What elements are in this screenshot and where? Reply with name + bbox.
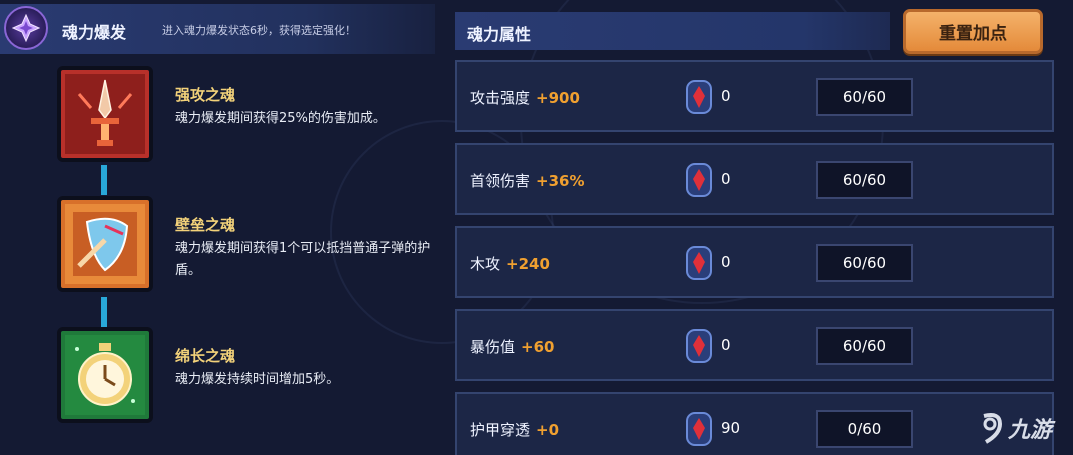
attribute-name: 暴伤值 +60 bbox=[470, 336, 554, 357]
gem-count: 0 bbox=[721, 87, 731, 105]
points-display: 60/60 bbox=[816, 78, 913, 116]
skill-2-description: 魂力爆发期间获得1个可以抵挡普通子弹的护盾。 bbox=[175, 241, 431, 278]
watermark: 九游 bbox=[978, 408, 1063, 448]
burst-title: 魂力爆发 bbox=[62, 23, 127, 42]
skill-3-stopwatch-icon[interactable] bbox=[57, 327, 153, 423]
attribute-row-boss-damage[interactable]: 首领伤害 +36% 0 60/60 bbox=[455, 143, 1054, 215]
soul-gem-icon bbox=[686, 80, 712, 114]
attribute-label: 攻击强度 bbox=[470, 89, 531, 107]
soul-gem-icon bbox=[686, 163, 712, 197]
attribute-bonus: +900 bbox=[536, 89, 580, 107]
skill-2-name: 壁垒之魂 bbox=[175, 216, 236, 234]
attribute-label: 首领伤害 bbox=[470, 172, 531, 190]
skill-connector bbox=[101, 165, 107, 195]
attribute-bonus: +240 bbox=[506, 255, 550, 273]
attribute-name: 首领伤害 +36% bbox=[470, 170, 585, 191]
skill-1-name: 强攻之魂 bbox=[175, 86, 236, 104]
attributes-title: 魂力属性 bbox=[467, 25, 532, 44]
attribute-label: 木攻 bbox=[470, 255, 501, 273]
purple-crystal-icon bbox=[4, 6, 48, 50]
skill-1-sword-icon[interactable] bbox=[57, 66, 153, 162]
soul-gem-icon bbox=[686, 329, 712, 363]
soul-gem-icon bbox=[686, 412, 712, 446]
attribute-row-wood-attack[interactable]: 木攻 +240 0 60/60 bbox=[455, 226, 1054, 298]
attribute-label: 暴伤值 bbox=[470, 338, 516, 356]
attribute-name: 护甲穿透 +0 bbox=[470, 419, 559, 440]
points-display: 0/60 bbox=[816, 410, 913, 448]
gem-count: 0 bbox=[721, 170, 731, 188]
attribute-bonus: +36% bbox=[536, 172, 585, 190]
attribute-name: 攻击强度 +900 bbox=[470, 87, 580, 108]
nine-game-logo-icon bbox=[983, 413, 1003, 444]
attribute-bonus: +0 bbox=[536, 421, 560, 439]
attribute-bonus: +60 bbox=[521, 338, 555, 356]
skill-3-description: 魂力爆发持续时间增加5秒。 bbox=[175, 372, 340, 387]
skill-1-description: 魂力爆发期间获得25%的伤害加成。 bbox=[175, 111, 386, 126]
skill-3-name: 绵长之魂 bbox=[175, 347, 236, 365]
reset-points-button[interactable]: 重置加点 bbox=[903, 9, 1043, 54]
attribute-name: 木攻 +240 bbox=[470, 253, 550, 274]
attribute-label: 护甲穿透 bbox=[470, 421, 531, 439]
attribute-row-crit-damage[interactable]: 暴伤值 +60 0 60/60 bbox=[455, 309, 1054, 381]
gem-count: 90 bbox=[721, 419, 741, 437]
watermark-text: 九游 bbox=[1008, 418, 1053, 443]
attribute-row-attack[interactable]: 攻击强度 +900 0 60/60 bbox=[455, 60, 1054, 132]
attribute-row-armor-pierce[interactable]: 护甲穿透 +0 90 0/60 bbox=[455, 392, 1054, 455]
gem-count: 0 bbox=[721, 336, 731, 354]
points-display: 60/60 bbox=[816, 327, 913, 365]
gem-count: 0 bbox=[721, 253, 731, 271]
points-display: 60/60 bbox=[816, 244, 913, 282]
points-display: 60/60 bbox=[816, 161, 913, 199]
skill-2-shield-icon[interactable] bbox=[57, 196, 153, 292]
soul-gem-icon bbox=[686, 246, 712, 280]
skill-connector bbox=[101, 297, 107, 327]
burst-description: 进入魂力爆发状态6秒，获得选定强化！ bbox=[162, 24, 356, 37]
